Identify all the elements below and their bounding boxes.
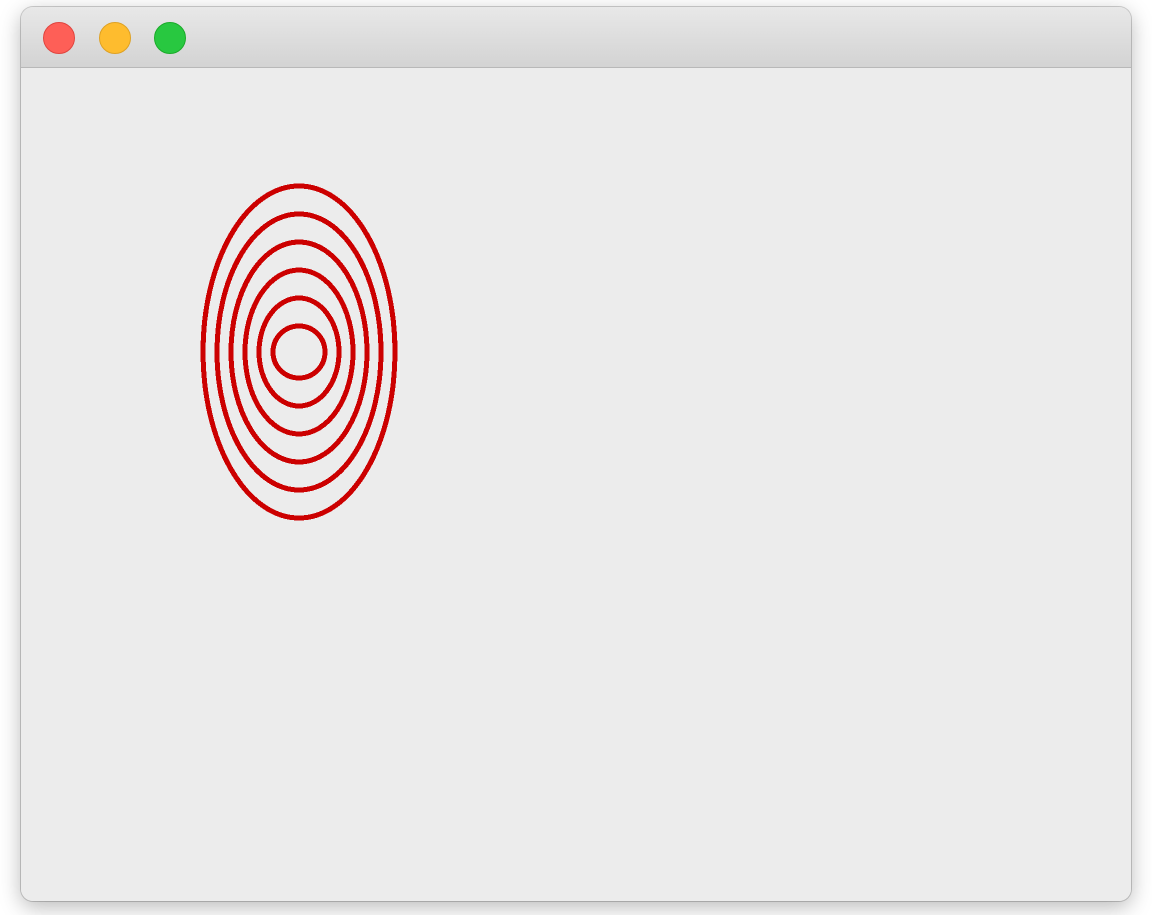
drawing-canvas[interactable]	[21, 68, 1131, 901]
ring-2	[214, 211, 384, 493]
concentric-rings-drawing	[200, 183, 398, 521]
title-bar[interactable]	[21, 7, 1131, 68]
close-button[interactable]	[43, 22, 75, 54]
minimize-button[interactable]	[99, 22, 131, 54]
zoom-button[interactable]	[154, 22, 186, 54]
ring-3	[228, 239, 370, 465]
ring-6	[270, 323, 328, 381]
app-window	[21, 7, 1131, 901]
